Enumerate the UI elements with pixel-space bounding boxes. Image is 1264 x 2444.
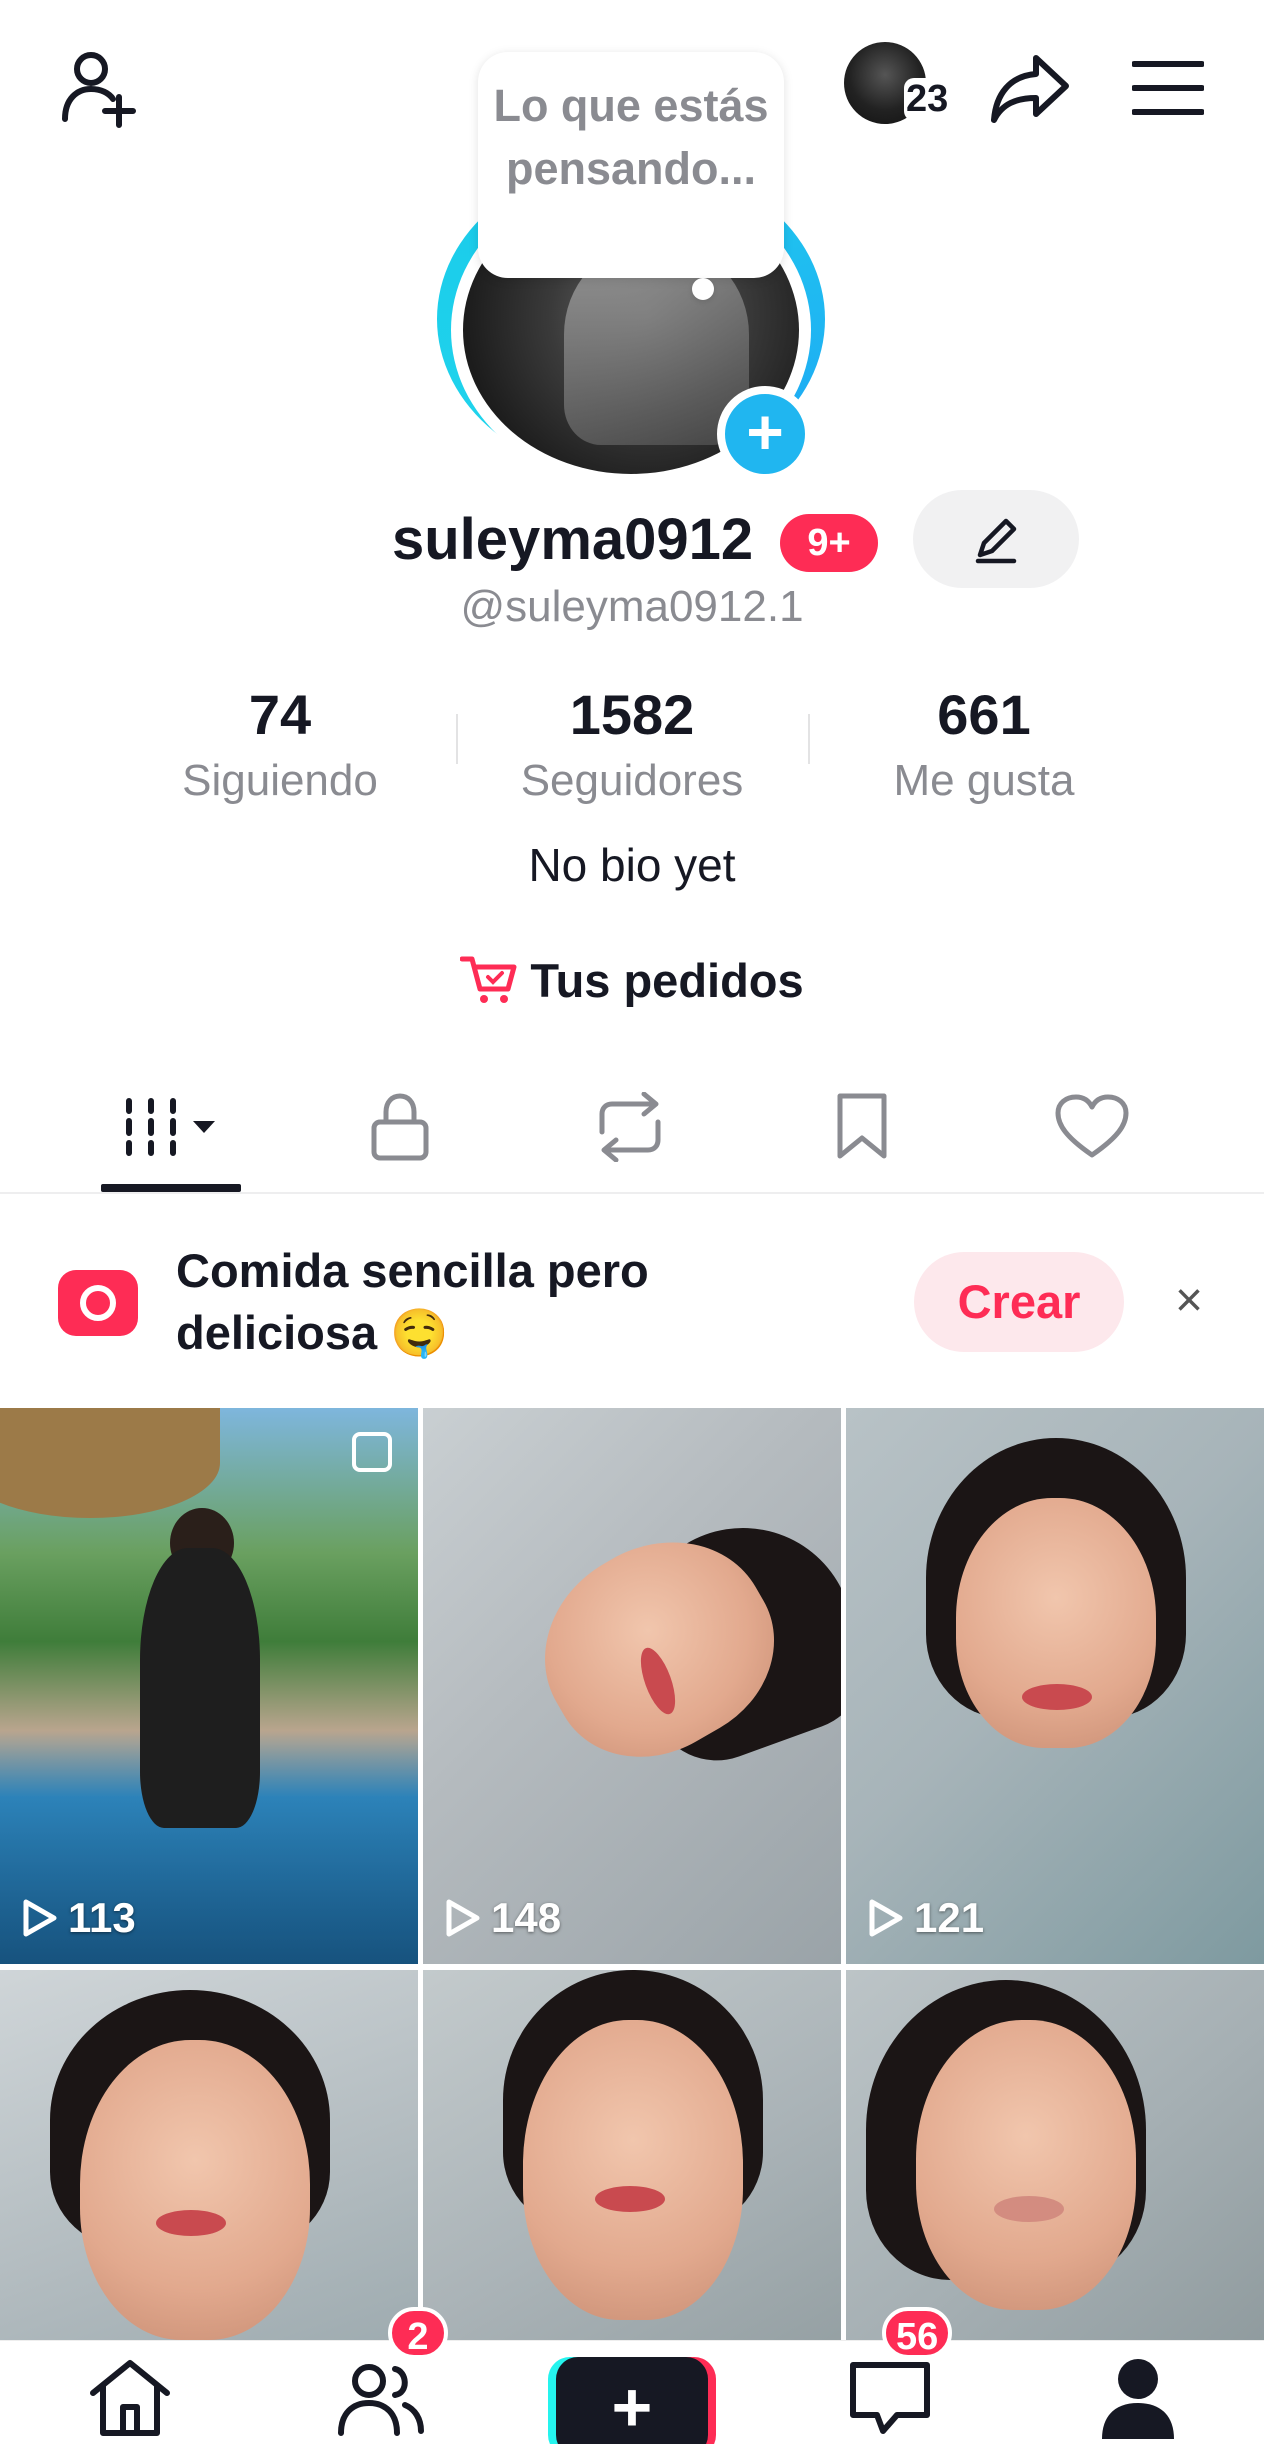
video-thumbnail[interactable]: 121: [846, 1408, 1264, 1964]
username-row: suleyma0912 9+: [0, 488, 1264, 588]
nav-profile[interactable]: [1078, 2347, 1198, 2444]
view-count-value: 113: [68, 1894, 136, 1941]
content-tabs: [0, 1060, 1264, 1194]
bio-text[interactable]: No bio yet: [0, 838, 1264, 892]
camera-icon: [58, 1270, 138, 1336]
create-button[interactable]: Crear: [914, 1252, 1124, 1352]
stat-label: Me gusta: [893, 756, 1075, 805]
stat-divider: [456, 714, 458, 764]
menu-button[interactable]: [1118, 38, 1218, 138]
orders-link[interactable]: Tus pedidos: [0, 950, 1264, 1010]
stat-value: 74: [248, 683, 312, 746]
bottom-navigation: 2 + 56: [0, 2307, 1264, 2444]
video-grid: 113 148 121: [0, 1408, 1264, 2444]
tab-favorites[interactable]: [772, 1060, 952, 1194]
share-arrow-icon: [991, 55, 1069, 123]
suggestion-banner: Comida sencilla pero deliciosa 🤤 Crear ×: [0, 1194, 1264, 1408]
view-count-value: 121: [914, 1894, 985, 1941]
profile-visitors-button[interactable]: 23: [840, 40, 960, 130]
stat-label: Siguiendo: [182, 756, 378, 805]
multi-clip-icon: [352, 1432, 392, 1472]
tab-reposts[interactable]: [540, 1060, 720, 1194]
play-icon: [446, 1899, 480, 1937]
inbox-icon: [850, 2362, 930, 2434]
video-thumbnail[interactable]: 113: [0, 1408, 418, 1964]
play-icon: [23, 1899, 57, 1937]
add-story-button[interactable]: +: [717, 386, 813, 482]
stat-value: 661: [937, 683, 1031, 746]
lock-icon: [371, 1093, 429, 1161]
nav-inbox[interactable]: 56: [830, 2307, 953, 2444]
inbox-badge: 56: [882, 2307, 953, 2359]
username: suleyma0912: [392, 507, 754, 572]
grid-dropdown-icon: [126, 1098, 215, 1156]
bookmark-icon: [837, 1093, 887, 1159]
thought-prompt: Lo que estás pensando...: [493, 80, 769, 194]
pencil-icon: [975, 518, 1017, 564]
view-count: 148: [445, 1894, 561, 1942]
create-video-button[interactable]: +: [556, 2357, 708, 2444]
stat-following[interactable]: 74 Siguiendo: [130, 676, 430, 808]
add-friend-button[interactable]: [48, 38, 148, 138]
tab-liked[interactable]: [1002, 1060, 1182, 1194]
visitor-count: 23: [904, 78, 951, 121]
plus-icon: +: [611, 2368, 653, 2444]
shopping-cart-icon: [460, 956, 517, 1003]
heart-icon: [1055, 1094, 1129, 1158]
active-tab-indicator: [101, 1184, 241, 1192]
friends-badge: 2: [388, 2307, 448, 2359]
notification-badge[interactable]: 9+: [780, 514, 878, 572]
tab-videos[interactable]: [81, 1060, 261, 1194]
orders-label: Tus pedidos: [530, 953, 804, 1007]
view-count: 113: [22, 1894, 136, 1942]
nav-home[interactable]: [70, 2347, 190, 2444]
stat-followers[interactable]: 1582 Seguidores: [482, 676, 782, 808]
play-icon: [869, 1899, 903, 1937]
profile-stats: 74 Siguiendo 1582 Seguidores 661 Me gust…: [0, 676, 1264, 806]
stat-value: 1582: [569, 683, 695, 746]
hamburger-menu-icon: [1132, 61, 1204, 115]
banner-text: Comida sencilla pero deliciosa 🤤: [176, 1244, 649, 1359]
video-thumbnail[interactable]: 148: [423, 1408, 841, 1964]
home-icon: [90, 2360, 170, 2436]
share-button[interactable]: [980, 38, 1080, 138]
friends-icon: [338, 2364, 424, 2436]
repost-icon: [599, 1092, 661, 1162]
stat-label: Seguidores: [520, 756, 744, 805]
profile-icon: [1102, 2359, 1174, 2439]
tab-private[interactable]: [310, 1060, 490, 1194]
close-banner-button[interactable]: ×: [1164, 1266, 1214, 1336]
thought-bubble[interactable]: Lo que estás pensando...: [478, 52, 784, 300]
nav-friends[interactable]: 2: [320, 2307, 448, 2444]
view-count-value: 148: [491, 1894, 562, 1941]
stat-likes[interactable]: 661 Me gusta: [834, 676, 1134, 808]
view-count: 121: [868, 1894, 984, 1942]
person-plus-icon: [62, 52, 136, 128]
stat-divider: [808, 714, 810, 764]
user-handle: @suleyma0912.1: [460, 582, 804, 631]
edit-profile-button[interactable]: [913, 490, 1079, 588]
